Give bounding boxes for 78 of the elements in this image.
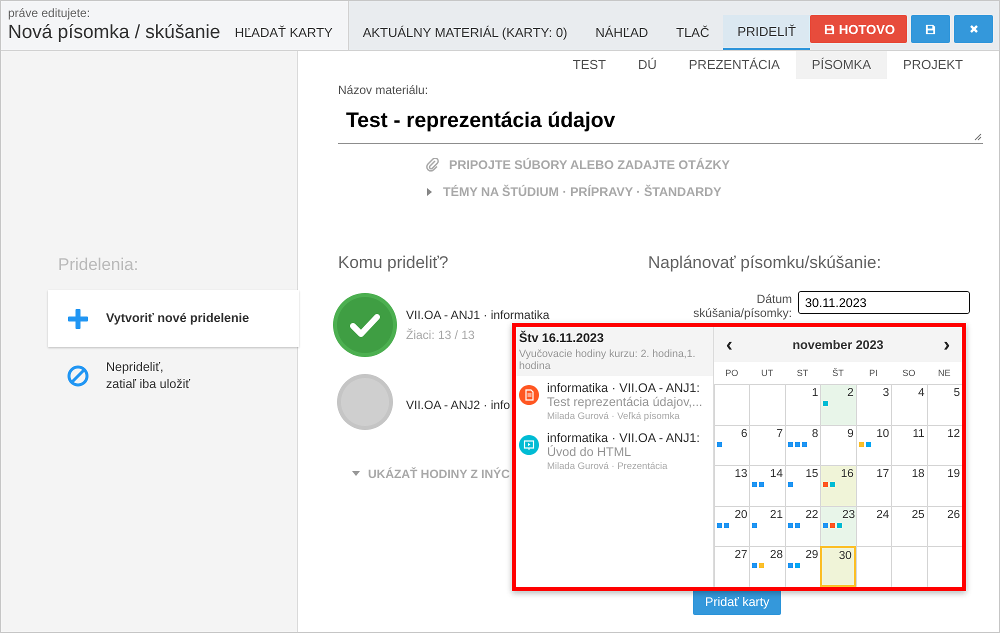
- calendar-day[interactable]: 3: [856, 384, 892, 425]
- empty-calendar-cell: [749, 384, 785, 425]
- empty-calendar-cell: [856, 546, 892, 587]
- prohibited-icon: [67, 364, 89, 386]
- calendar-day[interactable]: 30: [820, 546, 856, 587]
- calendar-day[interactable]: 10: [856, 424, 892, 466]
- calendar-day[interactable]: 12: [926, 424, 962, 466]
- calendar-day[interactable]: 23: [820, 506, 856, 546]
- calendar-day[interactable]: 7: [749, 424, 785, 466]
- type-tab[interactable]: PÍSOMKA: [796, 51, 888, 79]
- title-field[interactable]: Test - reprezentácia údajov: [338, 97, 983, 144]
- calendar-day[interactable]: 27: [714, 546, 750, 587]
- calendar-day[interactable]: 8: [784, 424, 820, 466]
- calendar-day[interactable]: 5: [926, 384, 962, 425]
- plus-icon: [67, 308, 89, 330]
- close-button[interactable]: [954, 15, 993, 43]
- event-item[interactable]: informatika · VII.OA - ANJ1: Úvod do HTML Milada Gurová · Prezentácia: [516, 426, 713, 476]
- weekday-header: NE: [937, 368, 952, 378]
- calendar-day[interactable]: 18: [891, 465, 927, 506]
- class-name: VII.OA - ANJ1 · informatika: [406, 308, 550, 322]
- previous-month-button[interactable]: ‹: [726, 334, 733, 354]
- student-count: Žiaci: 13 / 13: [406, 328, 475, 342]
- calendar-day[interactable]: 19: [926, 465, 962, 506]
- type-tab[interactable]: PREZENTÁCIA: [672, 51, 796, 79]
- schedule-heading: Naplánovať písomku/skúšanie:: [648, 253, 882, 273]
- calendar-day[interactable]: 4: [891, 384, 927, 425]
- close-icon: [968, 24, 978, 34]
- field-label: Názov materiálu:: [338, 83, 430, 97]
- assignment-option[interactable]: Vytvoriť nové pridelenie: [48, 290, 299, 347]
- caret-icon: [426, 187, 434, 197]
- checked-circle-icon[interactable]: [332, 292, 398, 358]
- nav-tab[interactable]: HĽADAŤ KARTY: [220, 1, 349, 50]
- event-item[interactable]: informatika · VII.OA - ANJ1: Test reprezentácia údajov,... Milada Gurová · Veľká písomka: [516, 376, 713, 426]
- paperclip-icon: [426, 158, 440, 172]
- nav-tab[interactable]: TLAČ: [662, 15, 724, 50]
- done-button[interactable]: HOTOVO: [810, 15, 907, 43]
- nav-tab[interactable]: AKTUÁLNY MATERIÁL (KARTY: 0): [348, 15, 582, 50]
- assign-heading: Komu prideliť?: [338, 253, 450, 273]
- day-title: Štv 16.11.2023: [519, 331, 605, 345]
- next-month-button[interactable]: ›: [943, 334, 950, 354]
- calendar-day[interactable]: 13: [714, 465, 750, 506]
- document-title: Nová písomka / skúšanie: [8, 22, 221, 44]
- weekday-header: ST: [796, 368, 810, 378]
- assignments-heading: Pridelenia:: [58, 255, 140, 275]
- nav-tab[interactable]: NÁHĽAD: [581, 15, 662, 50]
- weekday-header: PO: [724, 368, 740, 378]
- calendar-day[interactable]: 26: [926, 506, 962, 546]
- calendar-day[interactable]: 6: [714, 424, 750, 466]
- weekday-header: PI: [868, 368, 879, 378]
- calendar-day[interactable]: 20: [714, 506, 750, 546]
- calendar-day[interactable]: 17: [856, 465, 892, 506]
- calendar-day[interactable]: 25: [891, 506, 927, 546]
- weekday-header: SO: [901, 368, 916, 378]
- day-info: Vyučovacie hodiny kurzu: 2. hodina,1. hodina: [519, 348, 696, 372]
- calendar-day[interactable]: 28: [749, 546, 785, 587]
- calendar-day[interactable]: 14: [749, 465, 785, 506]
- date-label: Dátum skúšania/písomky:: [692, 292, 792, 321]
- calendar-day[interactable]: 16: [820, 465, 856, 506]
- save-button[interactable]: [911, 15, 950, 43]
- date-field[interactable]: 30.11.2023: [798, 291, 970, 314]
- assignment-option[interactable]: Neprideliť, zatiaľ iba uložiť: [48, 347, 298, 404]
- empty-calendar-cell: [891, 546, 927, 587]
- type-tab[interactable]: TEST: [556, 51, 622, 79]
- empty-calendar-cell: [926, 546, 962, 587]
- type-tab[interactable]: PROJEKT: [887, 51, 979, 79]
- calendar-day[interactable]: 21: [749, 506, 785, 546]
- caret-icon: [352, 471, 360, 477]
- weekday-header: UT: [760, 368, 774, 378]
- calendar-day[interactable]: 11: [891, 424, 927, 466]
- calendar-day[interactable]: 24: [856, 506, 892, 546]
- nav-tab[interactable]: PRIDELIŤ: [723, 15, 810, 50]
- calendar-day[interactable]: 2: [820, 384, 856, 425]
- class-name: VII.OA - ANJ2 · info: [406, 398, 510, 412]
- month-title: november 2023: [792, 338, 884, 352]
- weekday-header: ŠT: [831, 368, 845, 378]
- type-tab[interactable]: DÚ: [622, 51, 673, 79]
- resize-grip-icon[interactable]: [974, 133, 982, 141]
- editing-caption: práve editujete:: [8, 6, 92, 20]
